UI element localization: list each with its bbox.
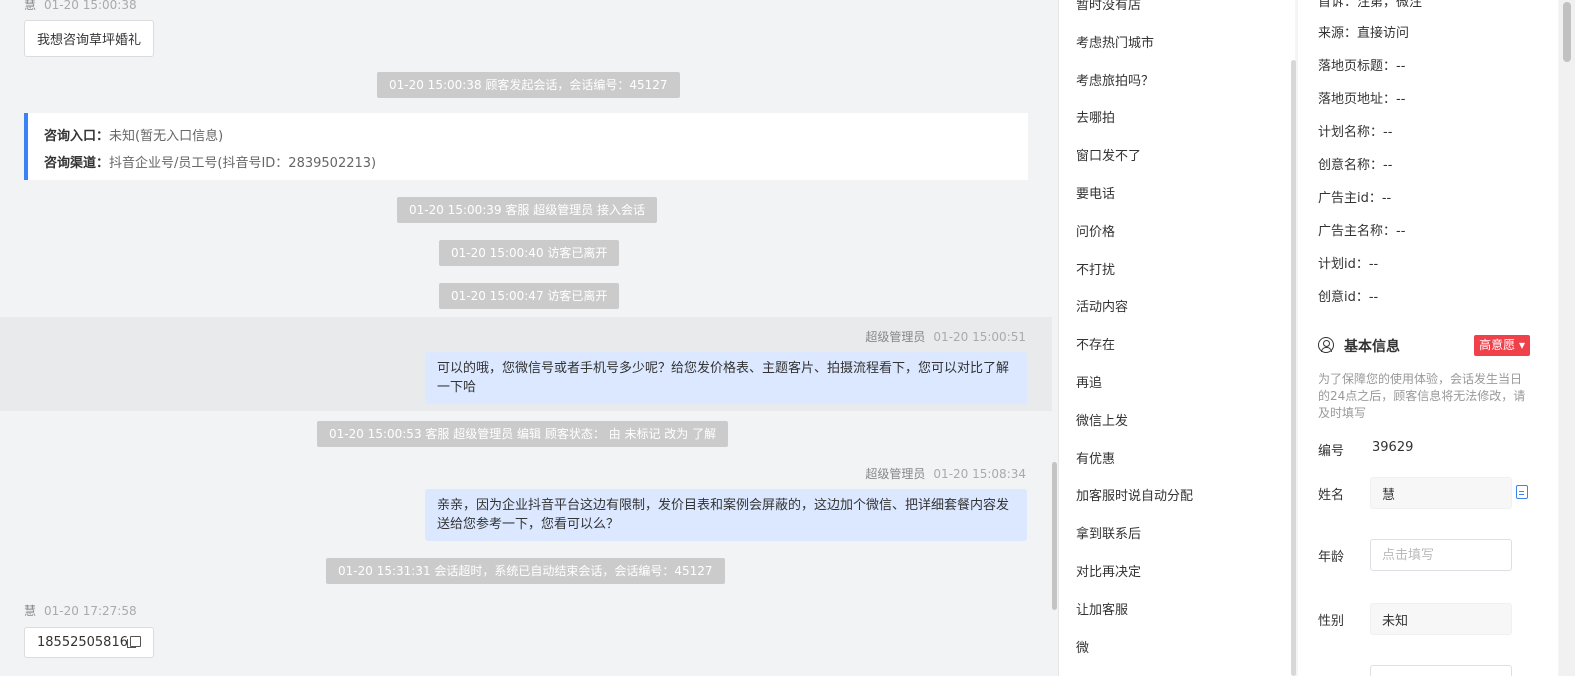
message-meta: 慧 01-20 15:00:38 xyxy=(24,0,137,13)
phone-number: 18552505816 xyxy=(37,635,128,650)
quick-reply-item[interactable]: 考虑旅拍吗？ xyxy=(1076,63,1193,101)
edit-doc-icon[interactable] xyxy=(1516,485,1528,499)
system-notice: 01-20 15:00:47 访客已离开 xyxy=(439,283,620,309)
consult-entry-card: 咨询入口：未知(暂无入口信息) 咨询渠道：抖音企业号/员工号(抖音号ID：283… xyxy=(24,113,1028,180)
name-label: 姓名 xyxy=(1318,488,1345,503)
quick-reply-item[interactable]: 有优惠 xyxy=(1076,441,1193,479)
quick-reply-item[interactable]: 不存在 xyxy=(1076,327,1193,365)
quick-reply-item[interactable]: 对比再决定 xyxy=(1076,554,1193,592)
quick-reply-item[interactable]: 微 xyxy=(1076,630,1193,668)
plan-id-field: 计划id：-- xyxy=(1318,257,1379,272)
system-notice: 01-20 15:00:53 客服 超级管理员 编辑 顾客状态： 由 未标记 改… xyxy=(317,421,729,447)
source-field: 来源：直接访问 xyxy=(1318,26,1410,41)
message-time: 01-20 15:00:38 xyxy=(44,0,137,12)
basic-info-title: 基本信息 xyxy=(1344,339,1400,355)
system-notice: 01-20 15:00:40 访客已离开 xyxy=(439,240,620,266)
system-notice: 01-20 15:00:38 顾客发起会话，会话编号：45127 xyxy=(377,72,680,98)
next-field-input[interactable] xyxy=(1370,665,1512,676)
creative-name-field: 创意名称：-- xyxy=(1318,158,1393,173)
info-scrollbar[interactable] xyxy=(1559,0,1575,676)
quick-reply-item[interactable]: 拿到联系后 xyxy=(1076,516,1193,554)
chat-panel: 慧 01-20 15:00:38 我想咨询草坪婚礼 01-20 15:00:38 … xyxy=(0,0,1058,676)
chat-scrollbar[interactable] xyxy=(1052,462,1057,610)
customer-info-panel: 首诉：注第，微注 来源：直接访问 落地页标题：-- 落地页地址：-- 计划名称：… xyxy=(1298,0,1558,676)
consult-channel-row: 咨询渠道：抖音企业号/员工号(抖音号ID：2839502213) xyxy=(44,150,1012,177)
quick-reply-item[interactable]: 让加客服 xyxy=(1076,592,1193,630)
quick-reply-item[interactable]: 加客服时说自动分配 xyxy=(1076,478,1193,516)
message-time: 01-20 15:08:34 xyxy=(933,467,1026,481)
copy-icon[interactable] xyxy=(126,636,141,648)
quick-reply-item[interactable]: 微信上发 xyxy=(1076,403,1193,441)
message-meta: 超级管理员 01-20 15:08:34 xyxy=(865,465,1026,482)
consult-entry-row: 咨询入口：未知(暂无入口信息) xyxy=(44,123,1012,150)
quick-reply-item[interactable]: 要电话 xyxy=(1076,176,1193,214)
message-meta: 慧 01-20 17:27:58 xyxy=(24,602,137,619)
source-partial: 首诉：注第，微注 xyxy=(1318,0,1423,10)
id-value: 39629 xyxy=(1372,440,1414,455)
edit-notice: 为了保障您的使用体验，会话发生当日的24点之后，顾客信息将无法修改，请及时填写 xyxy=(1318,372,1526,420)
user-circle-icon xyxy=(1318,337,1334,353)
entry-label: 咨询入口： xyxy=(44,129,110,144)
system-notice: 01-20 15:31:31 会话超时，系统已自动结束会话，会话编号：45127 xyxy=(326,558,725,584)
sender-name: 超级管理员 xyxy=(865,330,926,344)
gender-select[interactable] xyxy=(1370,603,1512,635)
quick-reply-item[interactable]: 去哪拍 xyxy=(1076,100,1193,138)
age-input[interactable] xyxy=(1370,539,1512,571)
sender-name: 慧 xyxy=(24,0,37,12)
entry-value: 未知(暂无入口信息) xyxy=(109,129,224,144)
sender-name: 慧 xyxy=(24,604,37,618)
message-time: 01-20 15:00:51 xyxy=(933,330,1026,344)
basic-info-header: 基本信息 高意愿 ▾ xyxy=(1318,335,1530,356)
landing-title-field: 落地页标题：-- xyxy=(1318,59,1406,74)
advertiser-name-field: 广告主名称：-- xyxy=(1318,224,1406,239)
id-label: 编号 xyxy=(1318,444,1345,459)
age-label: 年龄 xyxy=(1318,550,1345,565)
customer-message[interactable]: 我想咨询草坪婚礼 xyxy=(24,20,155,57)
advertiser-id-field: 广告主id：-- xyxy=(1318,191,1392,206)
quick-reply-item[interactable]: 再追 xyxy=(1076,365,1193,403)
plan-name-field: 计划名称：-- xyxy=(1318,125,1393,140)
agent-message[interactable]: 亲亲，因为企业抖音平台这边有限制，发价目表和案例会屏蔽的，这边加个微信、把详细套… xyxy=(425,489,1027,541)
quick-reply-item[interactable]: 不打扰 xyxy=(1076,252,1193,290)
creative-id-field: 创意id：-- xyxy=(1318,290,1379,305)
landing-url-field: 落地页地址：-- xyxy=(1318,92,1406,107)
quick-reply-scrollbar[interactable] xyxy=(1291,60,1296,676)
name-input[interactable] xyxy=(1370,477,1512,509)
sender-name: 超级管理员 xyxy=(865,467,926,481)
channel-label: 咨询渠道： xyxy=(44,156,110,171)
quick-reply-item[interactable]: 考虑热门城市 xyxy=(1076,25,1193,63)
quick-reply-panel: 暂时没有店 考虑热门城市 考虑旅拍吗？ 去哪拍 窗口发不了 要电话 问价格 不打… xyxy=(1058,0,1295,676)
gender-label: 性别 xyxy=(1318,614,1345,629)
quick-reply-item[interactable]: 问价格 xyxy=(1076,214,1193,252)
caret-down-icon: ▾ xyxy=(1518,338,1525,352)
channel-value: 抖音企业号/员工号(抖音号ID：2839502213) xyxy=(109,156,377,171)
quick-reply-item[interactable]: 暂时没有店 xyxy=(1076,0,1193,25)
message-time: 01-20 17:27:58 xyxy=(44,604,137,618)
quick-reply-list: 暂时没有店 考虑热门城市 考虑旅拍吗？ 去哪拍 窗口发不了 要电话 问价格 不打… xyxy=(1076,0,1193,667)
message-meta: 超级管理员 01-20 15:00:51 xyxy=(865,328,1026,345)
scrollbar-thumb[interactable] xyxy=(1563,2,1571,62)
quick-reply-item[interactable]: 活动内容 xyxy=(1076,289,1193,327)
agent-message[interactable]: 可以的哦，您微信号或者手机号多少呢？给您发价格表、主题客片、拍摄流程看下，您可以… xyxy=(425,352,1027,404)
intent-label: 高意愿 xyxy=(1479,338,1516,352)
quick-reply-item[interactable]: 窗口发不了 xyxy=(1076,138,1193,176)
customer-message[interactable]: 18552505816 xyxy=(24,627,154,658)
system-notice: 01-20 15:00:39 客服 超级管理员 接入会话 xyxy=(397,197,658,223)
intent-badge[interactable]: 高意愿 ▾ xyxy=(1474,335,1530,356)
